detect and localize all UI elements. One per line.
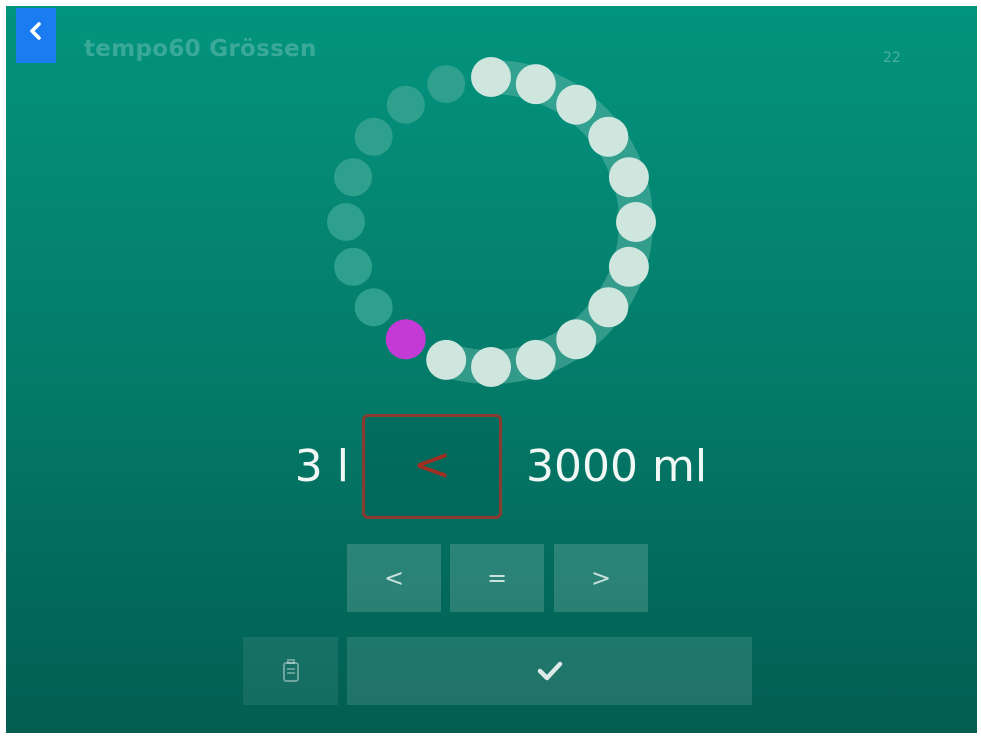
progress-dot-completed — [608, 157, 649, 198]
confirm-button[interactable] — [347, 637, 752, 705]
progress-dot-completed — [515, 339, 556, 380]
progress-dot-pending — [354, 117, 393, 156]
right-quantity: 3000 ml — [526, 441, 708, 492]
app-screen: tempo60 Grössen 22 3 l < 3000 ml < = > — [6, 6, 977, 733]
progress-dot-completed — [471, 347, 511, 387]
progress-dot-pending — [334, 158, 373, 197]
progress-dot-completed — [426, 339, 467, 380]
progress-dot-completed — [588, 287, 629, 328]
progress-dot-completed — [616, 202, 656, 242]
progress-dot-pending — [327, 203, 365, 241]
progress-dot-completed — [556, 319, 597, 360]
progress-dot-pending — [334, 247, 373, 286]
progress-dial — [327, 57, 656, 387]
left-quantity: 3 l — [294, 441, 349, 492]
progress-dot-pending — [386, 85, 425, 124]
progress-dot-completed — [588, 116, 629, 157]
progress-dot-completed — [515, 64, 556, 105]
greater-than-button[interactable]: > — [554, 544, 648, 612]
answer-symbol: < — [412, 436, 452, 491]
progress-dot-completed — [556, 84, 597, 125]
answer-slot[interactable]: < — [362, 414, 502, 519]
equals-button[interactable]: = — [450, 544, 544, 612]
trash-icon — [282, 659, 299, 682]
progress-dot-pending — [427, 65, 466, 104]
progress-dot-current — [385, 319, 426, 360]
checkmark-icon — [537, 661, 562, 681]
progress-dot-pending — [354, 288, 393, 327]
progress-dot-completed — [608, 246, 649, 287]
progress-dot-completed — [471, 57, 511, 97]
comparison-row: 3 l < 3000 ml — [6, 411, 977, 521]
less-than-button[interactable]: < — [347, 544, 441, 612]
delete-button[interactable] — [243, 637, 338, 705]
